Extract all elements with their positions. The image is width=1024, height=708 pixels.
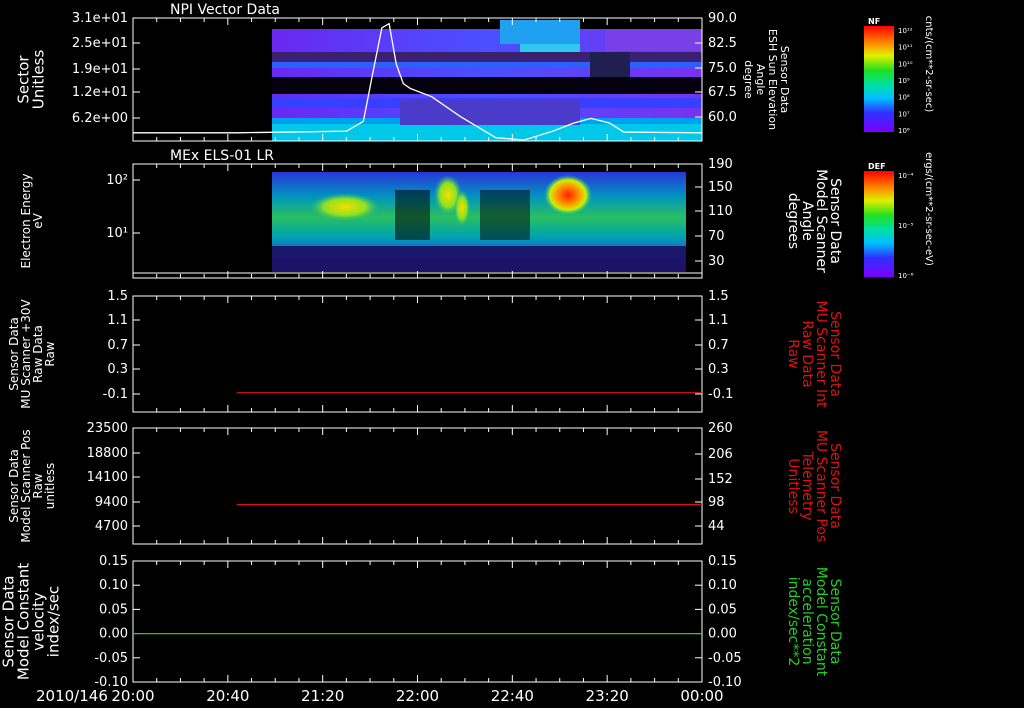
y-tick-right-label: 0.7 [708, 338, 729, 353]
y-axis-label: Unitless [30, 50, 48, 110]
y-tick-label: 9400 [95, 495, 128, 510]
y-tick-label: 4700 [95, 519, 128, 534]
els-spectrogram [272, 172, 686, 272]
y-axis-label: eV [31, 212, 45, 228]
npi-spectrogram [272, 20, 702, 141]
time-tick-label: 20:40 [206, 687, 249, 705]
time-tick-label: 20:00 [111, 687, 154, 705]
panel-frame [132, 295, 703, 413]
y-tick-right-label: 75.0 [708, 61, 737, 76]
y-axis-right-label: index/sec**2 [785, 577, 801, 667]
colorbar-title: DEF [868, 162, 886, 171]
colorbar-tick-label: 10⁷ [898, 110, 910, 118]
y-tick-right-label: 30 [708, 254, 725, 269]
plot-canvas: 3.1e+01 2.5e+01 1.9e+01 1.2e+01 6.2e+00 90.0 8… [0, 2, 934, 705]
y-tick-right-label: 70 [708, 229, 725, 244]
panel-title: NPI Vector Data [170, 2, 280, 18]
y-tick-right-label: 260 [708, 421, 733, 436]
y-axis-label: Raw [43, 341, 57, 366]
y-axis-right-label: Unitless [785, 458, 801, 514]
colorbar-tick-label: 10⁶ [898, 127, 910, 135]
panel-title: MEx ELS-01 LR [170, 148, 274, 164]
date-label: 2010/146 [36, 687, 108, 705]
y-tick-right-label: -0.1 [708, 387, 733, 402]
y-axis-label: unitless [43, 463, 57, 509]
time-tick-label: 00:00 [680, 687, 723, 705]
colorbar-units: cnts/(cm**2-sr-sec) [923, 16, 934, 113]
y-tick-label: 1.9e+01 [72, 62, 128, 77]
y-tick-label: 2.5e+01 [72, 36, 128, 51]
panel-frame [132, 560, 703, 683]
y-tick-label: 0.10 [99, 578, 128, 593]
y-tick-label: 18800 [87, 446, 128, 461]
y-tick-label: 23500 [87, 421, 128, 436]
y-tick-label: -0.1 [103, 387, 128, 402]
colorbar-tick-label: 10¹² [898, 27, 913, 35]
y-tick-right-label: 44 [708, 519, 725, 534]
y-tick-right-label: 190 [708, 157, 733, 172]
def-colorbar [864, 171, 894, 277]
y-tick-right-label: 0.00 [708, 627, 737, 642]
y-tick-label: 0.3 [107, 362, 128, 377]
y-tick-label: -0.05 [94, 651, 128, 666]
y-tick-label: 1.2e+01 [72, 85, 128, 100]
y-tick-label: 10¹ [106, 226, 128, 241]
y-tick-right-label: 206 [708, 447, 733, 462]
y-tick-right-label: 150 [708, 180, 733, 195]
y-tick-label: 3.1e+01 [72, 11, 128, 26]
time-tick-label: 22:00 [396, 687, 439, 705]
colorbar-tick-label: 10¹¹ [898, 44, 913, 52]
y-tick-right-label: 0.05 [708, 602, 737, 617]
colorbar-units: ergs/(cm**2-sr-sec-eV) [923, 152, 934, 266]
panel-frame [132, 427, 703, 545]
y-tick-label: 1.5 [107, 289, 128, 304]
y-tick-right-label: 0.10 [708, 578, 737, 593]
y-tick-right-label: 90.0 [708, 11, 737, 26]
y-tick-right-label: 110 [708, 204, 733, 219]
y-tick-right-label: 1.5 [708, 289, 729, 304]
y-tick-label: 10² [106, 173, 128, 188]
colorbar-tick-label: 10⁸ [898, 94, 910, 102]
y-tick-label: 0.05 [99, 602, 128, 617]
y-tick-label: 0.7 [107, 338, 128, 353]
time-tick-label: 22:40 [491, 687, 534, 705]
colorbar-tick-label: 10⁻⁵ [898, 222, 914, 230]
colorbar-title: NF [868, 17, 880, 26]
y-tick-label: 0.00 [99, 627, 128, 642]
y-axis-right-label: degree [742, 60, 755, 99]
y-tick-right-label: 152 [708, 472, 733, 487]
y-tick-right-label: 98 [708, 495, 725, 510]
y-axis-right-label: Raw [785, 339, 801, 368]
y-tick-right-label: 1.1 [708, 313, 729, 328]
y-tick-label: 1.1 [107, 313, 128, 328]
y-tick-right-label: 0.3 [708, 362, 729, 377]
y-tick-right-label: 82.5 [708, 36, 737, 51]
nf-colorbar [864, 26, 894, 132]
colorbar-tick-label: 10⁻⁴ [898, 172, 914, 180]
y-axis-label: index/sec [45, 586, 63, 657]
time-tick-label: 23:20 [586, 687, 629, 705]
y-tick-label: 6.2e+00 [72, 111, 128, 126]
y-tick-label: 0.15 [99, 554, 128, 569]
colorbar-tick-label: 10¹⁰ [898, 60, 913, 68]
y-tick-right-label: 60.0 [708, 110, 737, 125]
y-tick-label: 14100 [87, 470, 128, 485]
y-tick-right-label: 0.15 [708, 554, 737, 569]
colorbar-tick-label: 10⁹ [898, 77, 910, 85]
time-tick-label: 21:20 [301, 687, 344, 705]
y-axis-right-label: degrees [785, 193, 801, 249]
colorbar-tick-label: 10⁻⁶ [898, 272, 914, 280]
y-tick-right-label: -0.05 [708, 651, 742, 666]
y-tick-right-label: 67.5 [708, 85, 737, 100]
